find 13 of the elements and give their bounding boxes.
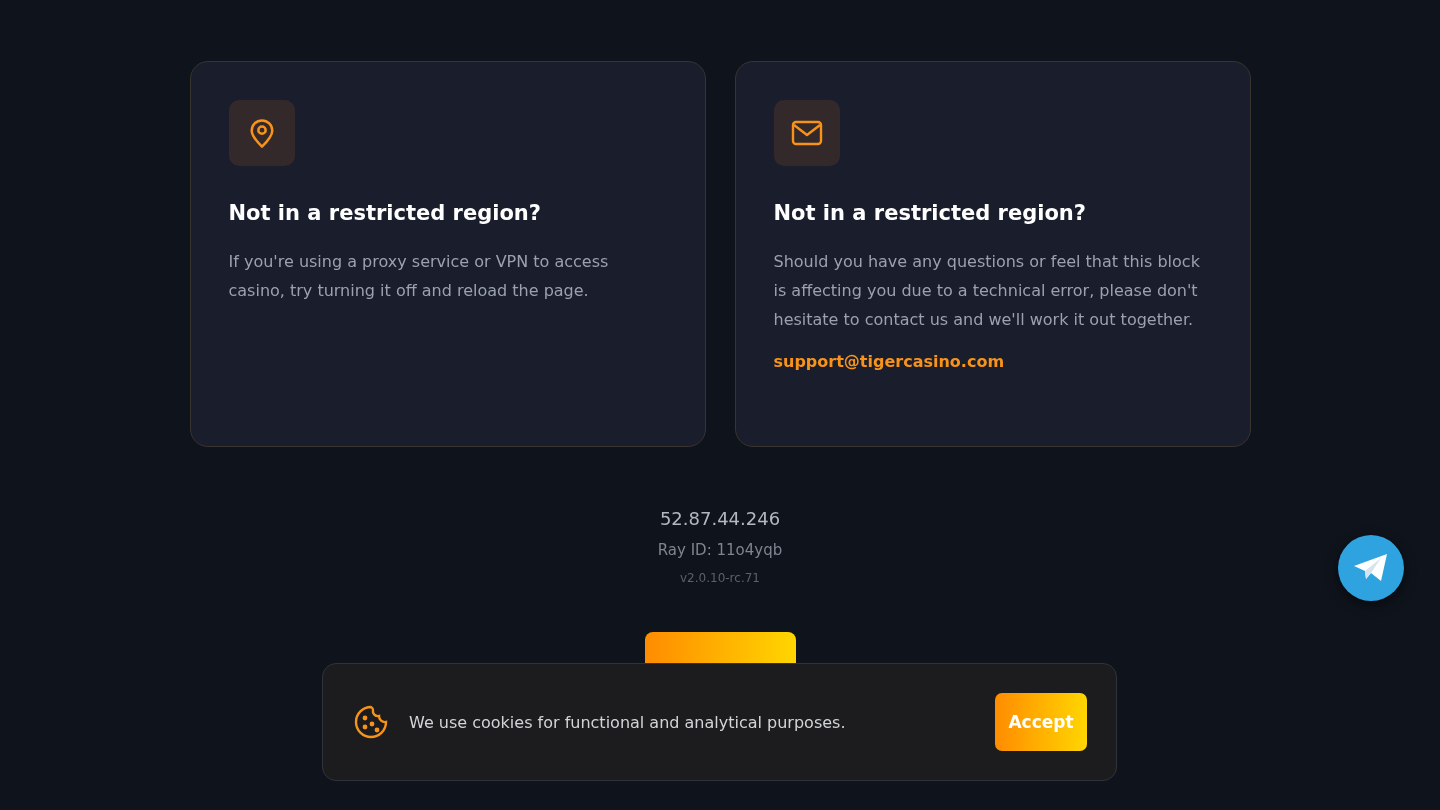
- paper-plane-icon: [1352, 552, 1390, 584]
- support-email-link[interactable]: support@tigercasino.com: [773, 352, 1005, 371]
- ray-id: Ray ID: 11o4yqb: [657, 541, 783, 559]
- card-title: Not in a restricted region?: [228, 201, 542, 225]
- location-pin-icon: [247, 117, 276, 149]
- mail-icon: [790, 120, 823, 146]
- version-label: v2.0.10-rc.71: [680, 571, 760, 585]
- card-title: Not in a restricted region?: [773, 201, 1087, 225]
- ip-address: 52.87.44.246: [659, 508, 781, 529]
- card-text: Should you have any questions or feel that this block is affecting you due to a technical error, please don't hesitate to contact us and we'll work it out together.: [773, 251, 1201, 331]
- cookie-message: We use cookies for functional and analytical purposes.: [409, 712, 847, 732]
- card-text: If you're using a proxy service or VPN to access casino, try turning it off and reload the page.: [228, 251, 610, 302]
- cookie-icon: [353, 704, 389, 740]
